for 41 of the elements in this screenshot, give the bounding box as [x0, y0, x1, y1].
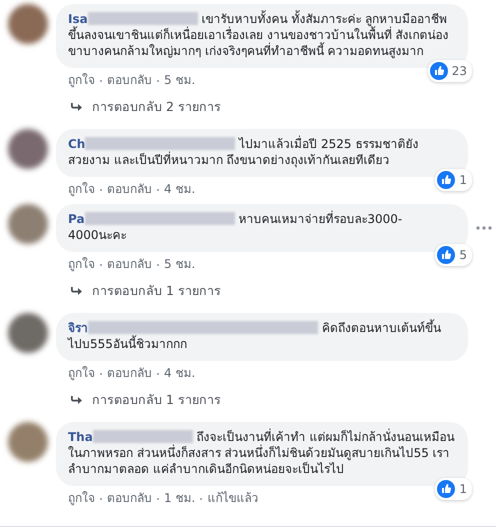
comment-text: Pa หาบคนเหมาจ่ายที่รอบละ3000-4000นะคะ: [68, 212, 402, 242]
comment-action[interactable]: แก้ไขแล้ว: [207, 491, 258, 505]
reply-arrow-icon: [70, 102, 82, 112]
avatar[interactable]: [8, 4, 48, 44]
reaction-count[interactable]: 5: [435, 244, 472, 266]
comment-action[interactable]: ถูกใจ: [68, 182, 95, 196]
comment-text: Tha ถึงจะเป็นงานที่เค้าทำ แต่ผมก็ไม่กล้านั่งนอนเหมือนในภาพหรอก ส่วนหนึ่งก็สงสาร ส่วนหนึ่งก็ไม่ชินด้วยมันดูสบายเกินไป55 เราลำบากมาตลอด แค่ลำบากเดินอีกนิดหน่อยจะเป็นไรไป: [68, 430, 454, 476]
comment-action[interactable]: ถูกใจ: [68, 491, 95, 505]
view-replies-link[interactable]: การตอบกลับ 1 รายการ: [56, 382, 496, 416]
comment-action[interactable]: ตอบกลับ: [107, 257, 152, 271]
comment-text: Ch ไปมาแล้วเมื่อปี 2525 ธรรมชาติยังสวยงาม และเป็นปีที่หนาวมาก ถึงขนาดย่างถุงเท้ากันเลยทีเดียว: [68, 137, 418, 167]
comment-action[interactable]: 1 ชม.: [164, 491, 196, 505]
reply-arrow-icon: [70, 395, 82, 405]
reaction-count[interactable]: 1: [435, 169, 472, 191]
comment-action[interactable]: ตอบกลับ: [107, 73, 152, 87]
avatar[interactable]: [8, 204, 48, 244]
view-replies-link[interactable]: การตอบกลับ 2 รายการ: [56, 89, 496, 123]
reply-arrow-icon: [70, 286, 82, 296]
comment-action[interactable]: ถูกใจ: [68, 366, 95, 380]
comment-action[interactable]: ถูกใจ: [68, 257, 95, 271]
reaction-count[interactable]: 1: [435, 478, 472, 500]
view-replies-link[interactable]: การตอบกลับ 1 รายการ: [56, 273, 496, 307]
more-icon[interactable]: [476, 226, 492, 230]
comment-text: Isa เขารับหาบทั้งคน ทั้งสัมภาระค่ะ ลูกหาบมืออาชีพ ขึ้นลงจนเขาชินแต่ก็เหนื่อยเอาเรื่องเลย งานของชาวบ้านในพื้นที่ สังเกตน่องขาบางคนกล้ามใหญ่มากๆ เก่งจริงๆคนที่ทำอาชีพนี้ ความอดทนสูงมาก: [68, 12, 449, 58]
comment-action[interactable]: ตอบกลับ: [107, 366, 152, 380]
reaction-count[interactable]: 23: [428, 60, 472, 82]
comment-action[interactable]: ถูกใจ: [68, 73, 95, 87]
comment-action[interactable]: 5 ชม.: [164, 73, 196, 87]
avatar[interactable]: [8, 129, 48, 169]
comment-text: จิรา คิดถึงตอนหาบเต้นท์ขึ้นไปบ555อันนี้ชิวมากกก: [68, 321, 441, 351]
like-icon: [437, 171, 456, 189]
like-icon: [437, 480, 456, 498]
avatar[interactable]: [8, 422, 48, 462]
comment-action[interactable]: 4 ชม.: [164, 182, 196, 196]
like-icon: [437, 246, 456, 264]
comment-action[interactable]: 4 ชม.: [164, 366, 196, 380]
avatar[interactable]: [8, 313, 48, 353]
comment-action[interactable]: ตอบกลับ: [107, 182, 152, 196]
like-icon: [430, 62, 448, 80]
comment-action[interactable]: 5 ชม.: [164, 257, 196, 271]
comment-action[interactable]: ตอบกลับ: [107, 491, 152, 505]
